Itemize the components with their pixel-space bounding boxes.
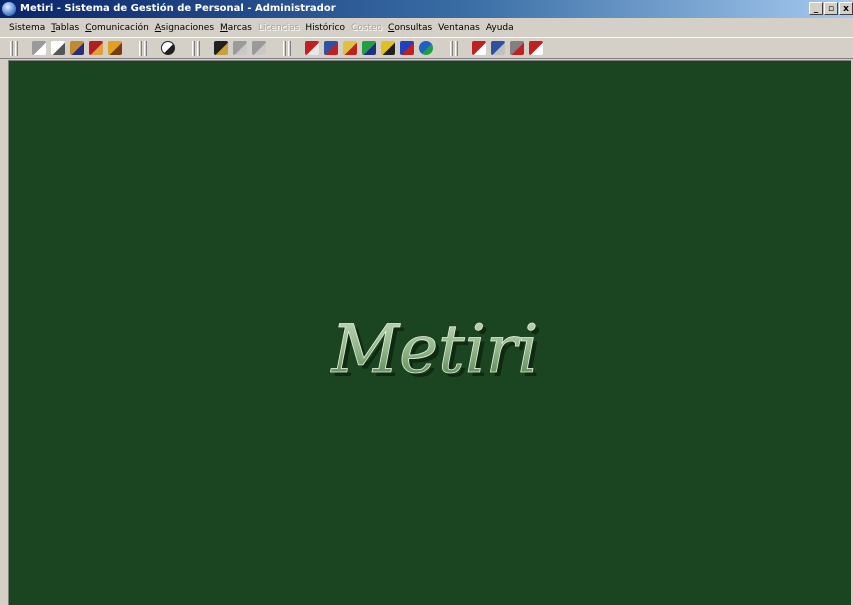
menu-item-licencias[interactable]: Licencias [255,19,302,37]
menu-item-consultas[interactable]: Consultas [385,19,435,37]
toolbar-grip[interactable] [192,41,195,56]
menu-label: ablas [55,23,80,33]
book-icon[interactable] [89,41,103,55]
person-report-icon[interactable] [381,41,395,55]
employee-disabled-icon[interactable] [233,41,247,55]
users-icon[interactable] [70,41,84,55]
chart-icon[interactable] [362,41,376,55]
document-stack-icon[interactable] [51,41,65,55]
toolbar-grip[interactable] [10,41,13,56]
logo-text: Metiri [331,311,539,388]
clock-icon[interactable] [161,41,175,55]
window-icon[interactable] [529,41,543,55]
menu-mnemonic: M [220,23,228,33]
toolbar [0,37,853,59]
menu-label: Licencias [257,23,300,33]
minimize-button[interactable]: _ [809,2,823,15]
restore-button[interactable]: ▫ [824,2,838,15]
window-controls: _ ▫ x [808,2,853,15]
printer-icon[interactable] [32,41,46,55]
toolbar-grip[interactable] [139,41,142,56]
toolbar-grip[interactable] [450,41,453,56]
close-button[interactable]: x [839,2,853,15]
window-title: Metiri - Sistema de Gestión de Personal … [20,0,336,18]
app-name: Metiri [20,3,54,14]
menu-item-ventanas[interactable]: Ventanas [435,19,483,37]
employee-icon[interactable] [214,41,228,55]
menu-item-asignaciones[interactable]: Asignaciones [152,19,217,37]
menu-item-histrico[interactable]: Histórico [302,19,348,37]
mdi-workspace: Metiri Metiri [8,60,851,605]
menu-label: Ventanas [438,23,480,33]
menu-item-tablas[interactable]: Tablas [48,19,82,37]
report-icon[interactable] [305,41,319,55]
menu-item-ayuda[interactable]: Ayuda [483,19,517,37]
list-report-icon[interactable] [400,41,414,55]
title-subtitle: - Sistema de Gestión de Personal - Admin… [53,3,336,14]
settings-icon[interactable] [491,41,505,55]
menu-label: onsultas [394,23,433,33]
toolbar-grip[interactable] [288,41,291,56]
menu-label: Sistema [9,23,46,33]
menu-label: Histórico [305,23,345,33]
menu-label: signaciones [161,23,215,33]
calendar-icon[interactable] [472,41,486,55]
app-icon[interactable] [2,2,16,16]
menu-item-costeo[interactable]: Costeo [348,19,385,37]
person-icon[interactable] [108,41,122,55]
employee-disabled-icon[interactable] [252,41,266,55]
toolbar-grip[interactable] [15,41,18,56]
menu-item-sistema[interactable]: Sistema [6,19,48,37]
menu-label: Ayuda [485,23,514,33]
menu-label: Costeo [350,23,383,33]
toolbar-grip[interactable] [197,41,200,56]
menu-item-comunicacin[interactable]: Comunicación [82,19,152,37]
toolbar-grip[interactable] [283,41,286,56]
globe-icon[interactable] [419,41,433,55]
people-report-icon[interactable] [324,41,338,55]
toolbar-grip[interactable] [144,41,147,56]
menu-label: omunicación [91,23,149,33]
menu-label: arcas [227,23,252,33]
title-bar: Metiri - Sistema de Gestión de Personal … [0,0,853,18]
toolbar-grip[interactable] [455,41,458,56]
tools-icon[interactable] [510,41,524,55]
menu-item-marcas[interactable]: Marcas [217,19,255,37]
mail-icon[interactable] [343,41,357,55]
menu-bar: Sistema Tablas Comunicación Asignaciones Mar… [0,19,853,37]
metiri-logo: Metiri Metiri [330,311,542,392]
